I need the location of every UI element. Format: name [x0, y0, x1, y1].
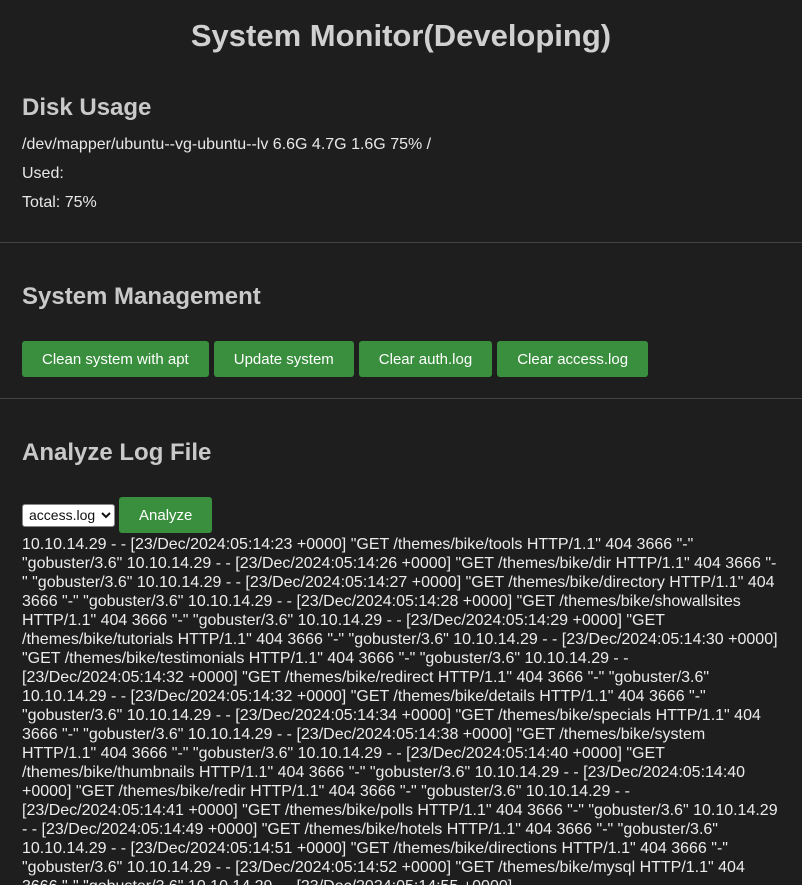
analyze-log-heading: Analyze Log File	[22, 439, 212, 466]
page-title: System Monitor(Developing)	[190, 18, 612, 53]
clear-auth-log-button[interactable]: Clear auth.log	[358, 341, 493, 377]
update-system-button[interactable]: Update system	[213, 341, 354, 377]
log-file-select[interactable]: access.log	[22, 503, 115, 527]
management-button-row: Clean system with apt Update system Clea…	[22, 341, 780, 377]
disk-usage-heading: Disk Usage	[22, 94, 152, 121]
system-management-section: System Management Clean system with apt …	[0, 243, 802, 377]
clear-access-log-button[interactable]: Clear access.log	[497, 341, 649, 377]
log-output: 10.10.14.29 - - [23/Dec/2024:05:14:23 +0…	[22, 536, 778, 885]
disk-total-line: Total: 75%	[22, 194, 97, 211]
disk-used-line: Used:	[22, 165, 64, 182]
disk-usage-section: Disk Usage /dev/mapper/ubuntu--vg-ubuntu…	[0, 57, 802, 213]
analyze-log-section: Analyze Log File access.log Analyze 10.1…	[0, 399, 802, 885]
system-management-heading: System Management	[22, 283, 261, 310]
analyze-button[interactable]: Analyze	[119, 497, 213, 533]
analyze-controls: access.log Analyze	[22, 497, 780, 533]
clean-system-apt-button[interactable]: Clean system with apt	[22, 341, 209, 377]
disk-device-line: /dev/mapper/ubuntu--vg-ubuntu--lv 6.6G 4…	[22, 136, 432, 153]
